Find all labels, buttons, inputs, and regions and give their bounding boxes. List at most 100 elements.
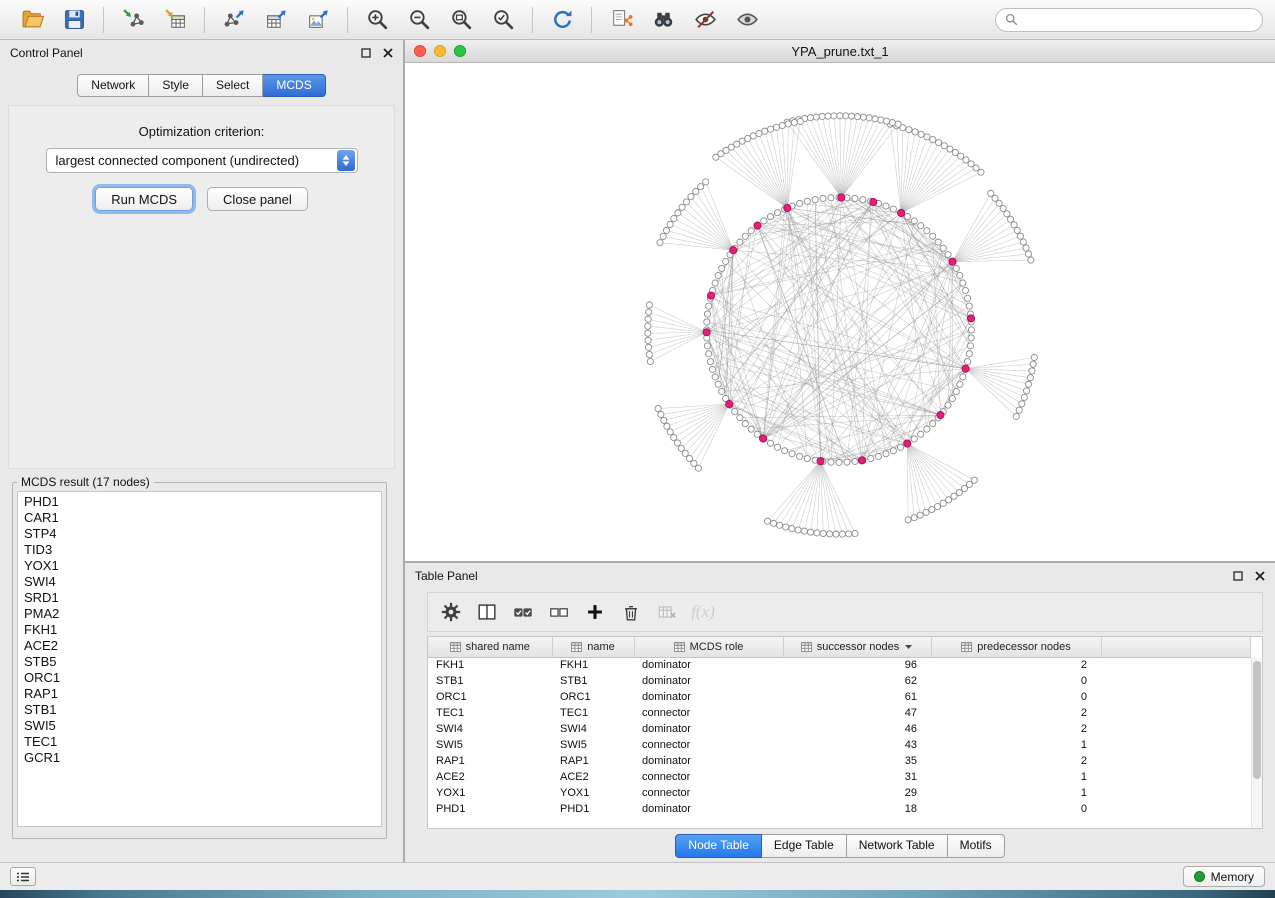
table-row[interactable]: ORC1ORC1dominator610	[428, 689, 1251, 705]
mcds-result-item[interactable]: STB5	[18, 654, 381, 670]
column-header-successor-nodes[interactable]: successor nodes	[783, 637, 931, 657]
table-cell: 47	[783, 705, 931, 721]
mcds-result-item[interactable]: SWI5	[18, 718, 381, 734]
toolbar-separator	[204, 7, 205, 33]
import-network-button[interactable]	[113, 4, 153, 36]
column-header-name[interactable]: name	[552, 637, 634, 657]
memory-button[interactable]: Memory	[1183, 866, 1265, 887]
tab-mcds[interactable]: MCDS	[263, 74, 325, 97]
node-table-container: shared namenameMCDS rolesuccessor nodesp…	[427, 636, 1263, 829]
first-neighbors-button[interactable]	[643, 4, 683, 36]
table-row[interactable]: FKH1FKH1dominator962	[428, 657, 1251, 673]
mcds-result-item[interactable]: TID3	[18, 542, 381, 558]
mcds-result-item[interactable]: CAR1	[18, 510, 381, 526]
zoom-fit-button[interactable]	[441, 4, 481, 36]
mcds-result-item[interactable]: SRD1	[18, 590, 381, 606]
add-column-button[interactable]	[580, 597, 610, 627]
tab-select[interactable]: Select	[203, 74, 263, 97]
mcds-result-item[interactable]: PHD1	[18, 494, 381, 510]
column-header-predecessor-nodes[interactable]: predecessor nodes	[931, 637, 1101, 657]
tab-network[interactable]: Network	[77, 74, 149, 97]
network-canvas[interactable]	[405, 63, 1275, 561]
table-cell: 61	[783, 689, 931, 705]
mcds-result-item[interactable]: TEC1	[18, 734, 381, 750]
open-file-button[interactable]	[12, 4, 52, 36]
mcds-result-item[interactable]: SWI4	[18, 574, 381, 590]
zoom-out-button[interactable]	[399, 4, 439, 36]
delete-table-button[interactable]	[652, 597, 682, 627]
table-settings-button[interactable]	[436, 597, 466, 627]
refresh-button[interactable]	[542, 4, 582, 36]
table-cell: connector	[634, 705, 783, 721]
show-graphics-button[interactable]	[727, 4, 767, 36]
column-layout-button[interactable]	[472, 597, 502, 627]
tab-node-table[interactable]: Node Table	[675, 834, 762, 858]
save-session-button[interactable]	[54, 4, 94, 36]
table-cell: 1	[931, 737, 1101, 753]
mcds-result-item[interactable]: YOX1	[18, 558, 381, 574]
tab-motifs[interactable]: Motifs	[948, 834, 1005, 858]
table-cell: dominator	[634, 689, 783, 705]
table-row[interactable]: STB1STB1dominator620	[428, 673, 1251, 689]
tab-style[interactable]: Style	[149, 74, 203, 97]
zoom-in-button[interactable]	[357, 4, 397, 36]
delete-column-button[interactable]	[616, 597, 646, 627]
export-network-button[interactable]	[214, 4, 254, 36]
mcds-result-item[interactable]: STB1	[18, 702, 381, 718]
table-row[interactable]: ACE2ACE2connector311	[428, 769, 1251, 785]
table-row[interactable]: YOX1YOX1connector291	[428, 785, 1251, 801]
mcds-result-list[interactable]: PHD1CAR1STP4TID3YOX1SWI4SRD1PMA2FKH1ACE2…	[17, 491, 382, 827]
gear-icon	[440, 601, 462, 623]
table-row[interactable]: PHD1PHD1dominator180	[428, 801, 1251, 817]
function-builder-button[interactable]: f(x)	[688, 597, 718, 627]
clone-network-button[interactable]	[601, 4, 641, 36]
close-icon[interactable]	[1255, 571, 1265, 581]
table-cell: FKH1	[552, 657, 634, 673]
float-window-icon[interactable]	[361, 48, 371, 58]
mcds-result-item[interactable]: ORC1	[18, 670, 381, 686]
table-cell: connector	[634, 769, 783, 785]
table-row[interactable]: TEC1TEC1connector472	[428, 705, 1251, 721]
float-window-icon[interactable]	[1233, 571, 1243, 581]
close-panel-button[interactable]: Close panel	[207, 187, 308, 211]
table-cell: 0	[931, 801, 1101, 817]
search-input[interactable]	[1023, 12, 1253, 28]
table-row[interactable]: RAP1RAP1dominator352	[428, 753, 1251, 769]
minimize-window-button[interactable]	[434, 45, 446, 57]
table-row[interactable]: SWI5SWI5connector431	[428, 737, 1251, 753]
mcds-result-item[interactable]: FKH1	[18, 622, 381, 638]
table-panel-header: Table Panel	[405, 563, 1275, 589]
column-header-shared-name[interactable]: shared name	[428, 637, 552, 657]
run-mcds-button[interactable]: Run MCDS	[95, 187, 193, 211]
export-table-button[interactable]	[256, 4, 296, 36]
table-scrollbar[interactable]	[1251, 658, 1262, 828]
table-cell: ORC1	[552, 689, 634, 705]
mcds-result-item[interactable]: STP4	[18, 526, 381, 542]
table-cell: SWI5	[552, 737, 634, 753]
hide-graphics-button[interactable]	[685, 4, 725, 36]
tab-network-table[interactable]: Network Table	[847, 834, 948, 858]
optimization-criterion-select[interactable]: largest connected component (undirected)	[46, 148, 358, 173]
column-header-mcds-role[interactable]: MCDS role	[634, 637, 783, 657]
scrollbar-thumb[interactable]	[1253, 661, 1261, 779]
zoom-selected-button[interactable]	[483, 4, 523, 36]
close-icon[interactable]	[383, 48, 393, 58]
close-window-button[interactable]	[414, 45, 426, 57]
mcds-result-item[interactable]: ACE2	[18, 638, 381, 654]
select-all-columns-button[interactable]	[508, 597, 538, 627]
export-image-button[interactable]	[298, 4, 338, 36]
deselect-all-columns-button[interactable]	[544, 597, 574, 627]
table-row[interactable]: SWI4SWI4dominator462	[428, 721, 1251, 737]
toolbar-separator	[532, 7, 533, 33]
mcds-result-item[interactable]: GCR1	[18, 750, 381, 766]
table-cell: ORC1	[428, 689, 552, 705]
mcds-result-item[interactable]: RAP1	[18, 686, 381, 702]
task-history-button[interactable]	[10, 867, 36, 886]
table-cell: 2	[931, 657, 1101, 673]
maximize-window-button[interactable]	[454, 45, 466, 57]
table-cell: SWI4	[552, 721, 634, 737]
mcds-result-item[interactable]: PMA2	[18, 606, 381, 622]
table-cell: 1	[931, 785, 1101, 801]
import-table-button[interactable]	[155, 4, 195, 36]
tab-edge-table[interactable]: Edge Table	[762, 834, 847, 858]
